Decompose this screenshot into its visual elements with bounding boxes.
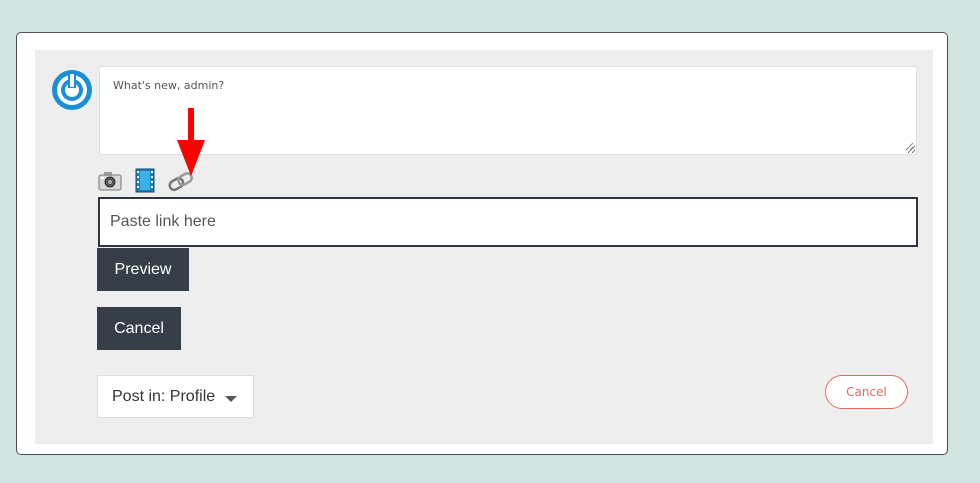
whats-new-textarea[interactable] (99, 66, 917, 155)
cancel-button[interactable]: Cancel (97, 307, 181, 350)
annotation-arrow-icon (177, 108, 205, 176)
cancel-post-button[interactable]: Cancel (825, 375, 908, 409)
chevron-down-icon (225, 395, 238, 402)
preview-button[interactable]: Preview (97, 248, 189, 291)
camera-icon[interactable] (97, 166, 123, 194)
video-film-icon[interactable] (134, 166, 156, 194)
post-in-label: Post in: Profile (112, 387, 216, 405)
paste-link-input[interactable] (98, 197, 918, 247)
avatar (52, 70, 92, 110)
post-in-dropdown[interactable]: Post in: Profile (97, 375, 254, 418)
post-form-panel: Preview Cancel Post in: Profile Cancel (35, 50, 933, 444)
activity-post-card: Preview Cancel Post in: Profile Cancel (16, 32, 948, 455)
resize-grip-icon[interactable] (905, 142, 914, 151)
